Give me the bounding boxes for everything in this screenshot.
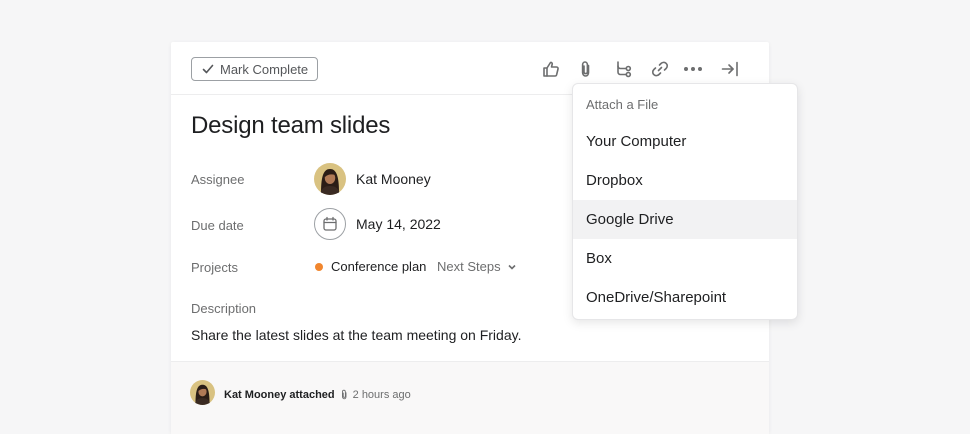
activity-feed: Kat Mooney attached 2 hours ago — [171, 361, 769, 434]
paperclip-icon[interactable] — [575, 58, 597, 80]
subtask-icon[interactable] — [613, 58, 635, 80]
assignee-label: Assignee — [191, 172, 245, 187]
link-icon[interactable] — [649, 58, 671, 80]
menu-item-onedrive-sharepoint[interactable]: OneDrive/Sharepoint — [573, 278, 797, 317]
assignee-name[interactable]: Kat Mooney — [356, 171, 431, 187]
menu-item-box[interactable]: Box — [573, 239, 797, 278]
project-color-dot — [315, 263, 323, 271]
projects-label: Projects — [191, 260, 238, 275]
menu-item-dropbox[interactable]: Dropbox — [573, 161, 797, 200]
paperclip-icon — [339, 388, 350, 401]
project-name[interactable]: Conference plan — [331, 259, 426, 274]
attach-menu-header: Attach a File — [586, 97, 659, 112]
attach-file-menu: Attach a File Your Computer Dropbox Goog… — [572, 83, 798, 320]
activity-time: 2 hours ago — [352, 388, 411, 401]
task-title[interactable]: Design team slides — [191, 112, 390, 140]
calendar-icon[interactable] — [314, 208, 346, 240]
project-section-select[interactable]: Next Steps — [437, 259, 517, 274]
description-label: Description — [191, 301, 257, 316]
mark-complete-label: Mark Complete — [220, 61, 309, 77]
menu-item-your-computer[interactable]: Your Computer — [573, 122, 797, 161]
project-section-label: Next Steps — [437, 259, 501, 274]
menu-item-google-drive[interactable]: Google Drive — [573, 200, 797, 239]
chevron-down-icon — [508, 264, 516, 270]
activity-avatar — [190, 380, 215, 405]
activity-entry: Kat Mooney attached 2 hours ago — [224, 388, 411, 401]
due-date-value[interactable]: May 14, 2022 — [356, 216, 441, 232]
mark-complete-button[interactable]: Mark Complete — [191, 57, 318, 81]
description-text[interactable]: Share the latest slides at the team meet… — [191, 327, 521, 343]
assignee-avatar[interactable] — [314, 163, 346, 195]
due-date-label: Due date — [191, 218, 244, 233]
thumbs-up-icon[interactable] — [540, 58, 562, 80]
more-icon[interactable] — [682, 58, 704, 80]
activity-actor: Kat Mooney attached — [224, 388, 335, 401]
close-panel-icon[interactable] — [719, 58, 741, 80]
check-icon — [201, 62, 215, 76]
